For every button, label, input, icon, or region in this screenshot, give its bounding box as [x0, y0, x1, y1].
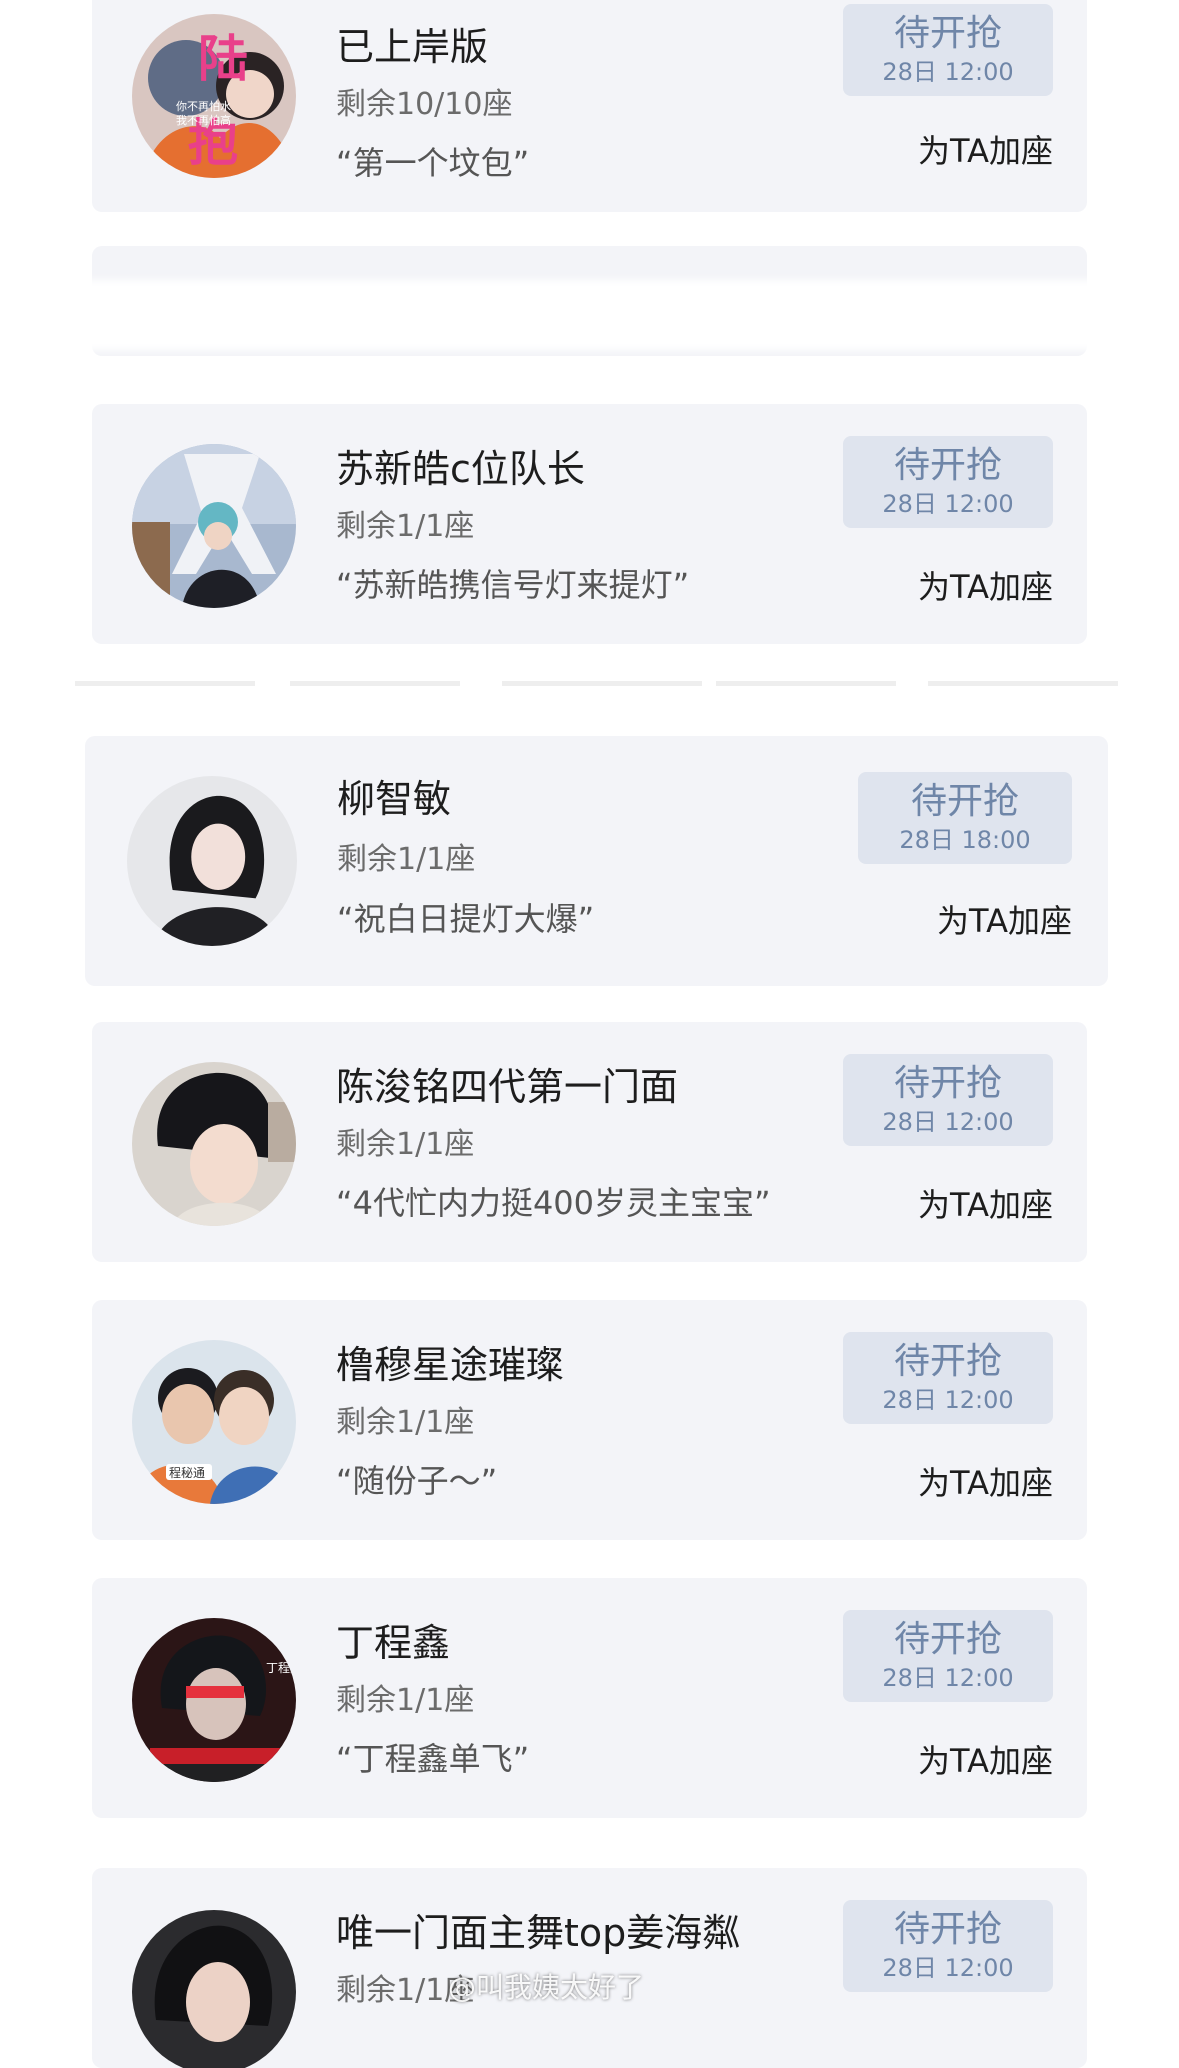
grab-button-time: 28日 12:00	[882, 1954, 1014, 1982]
avatar-image	[132, 444, 296, 608]
card-title: 苏新皓c位队长	[336, 447, 585, 491]
white-overlay	[40, 280, 1140, 350]
add-seat-link[interactable]: 为TA加座	[918, 566, 1053, 608]
avatar-overlay-text-1: 陆	[198, 31, 248, 87]
avatar	[132, 1910, 296, 2068]
avatar	[132, 1062, 296, 1226]
add-seat-link[interactable]: 为TA加座	[937, 900, 1072, 942]
grab-button-time: 28日 12:00	[882, 58, 1014, 86]
divider-segment	[290, 681, 460, 686]
card-title: 橹穆星途璀璨	[336, 1343, 565, 1387]
seat-card: 丁程鑫 丁程鑫 剩余1/1座 “丁程鑫单飞” 待开抢 28日 12:00 为TA…	[92, 1578, 1087, 1818]
seat-card: 陆 抱 你不再怕水 我不再怕高 已上岸版 剩余10/10座 “第一个坟包” 待开…	[92, 0, 1087, 212]
add-seat-link[interactable]: 为TA加座	[918, 1740, 1053, 1782]
grab-button-label: 待开抢	[893, 13, 1002, 54]
avatar: 程秘通	[132, 1340, 296, 1504]
seat-card: 程秘通 橹穆星途璀璨 剩余1/1座 “随份子～” 待开抢 28日 12:00 为…	[92, 1300, 1087, 1540]
card-title: 唯一门面主舞top姜海粼	[336, 1911, 741, 1955]
divider-segment	[502, 681, 702, 686]
avatar-image	[132, 1062, 296, 1226]
divider-segment	[75, 681, 255, 686]
card-quote: “祝白日提灯大爆”	[337, 900, 595, 938]
seats-remaining: 剩余1/1座	[336, 509, 475, 544]
grab-button[interactable]: 待开抢 28日 12:00	[843, 1900, 1053, 1992]
grab-button-label: 待开抢	[893, 445, 1002, 486]
avatar-image: 程秘通	[132, 1340, 296, 1504]
card-title: 陈浚铭四代第一门面	[336, 1065, 679, 1109]
add-seat-link[interactable]: 为TA加座	[918, 1184, 1053, 1226]
grab-button[interactable]: 待开抢 28日 12:00	[843, 1054, 1053, 1146]
card-quote: “第一个坟包”	[336, 144, 530, 182]
add-seat-link[interactable]: 为TA加座	[918, 130, 1053, 172]
grab-button[interactable]: 待开抢 28日 12:00	[843, 436, 1053, 528]
grab-button-label: 待开抢	[910, 781, 1019, 822]
card-quote: “丁程鑫单飞”	[336, 1740, 530, 1778]
card-title: 已上岸版	[336, 25, 489, 69]
grab-button-label: 待开抢	[893, 1619, 1002, 1660]
grab-button-label: 待开抢	[893, 1341, 1002, 1382]
divider-segment	[928, 681, 1118, 686]
grab-button[interactable]: 待开抢 28日 12:00	[843, 4, 1053, 96]
grab-button-time: 28日 12:00	[882, 1108, 1014, 1136]
card-quote: “4代忙内力挺400岁灵主宝宝”	[336, 1184, 771, 1222]
card-title: 柳智敏	[337, 777, 452, 821]
avatar-badge-text: 程秘通	[169, 1465, 205, 1480]
grab-button-time: 28日 18:00	[899, 826, 1031, 854]
grab-button-time: 28日 12:00	[882, 490, 1014, 518]
card-quote: “随份子～”	[336, 1462, 498, 1500]
card-title: 丁程鑫	[336, 1621, 451, 1665]
avatar-image	[132, 1910, 296, 2068]
avatar	[127, 776, 297, 946]
avatar-image	[127, 776, 297, 946]
seats-remaining: 剩余10/10座	[336, 87, 513, 122]
grab-button-time: 28日 12:00	[882, 1386, 1014, 1414]
avatar: 陆 抱 你不再怕水 我不再怕高	[132, 14, 296, 178]
grab-button[interactable]: 待开抢 28日 18:00	[858, 772, 1072, 864]
seat-card: 陈浚铭四代第一门面 剩余1/1座 “4代忙内力挺400岁灵主宝宝” 待开抢 28…	[92, 1022, 1087, 1262]
seats-remaining: 剩余1/1座	[336, 1127, 475, 1162]
avatar	[132, 444, 296, 608]
seat-card: 柳智敏 剩余1/1座 “祝白日提灯大爆” 待开抢 28日 18:00 为TA加座	[85, 736, 1108, 986]
add-seat-link[interactable]: 为TA加座	[918, 1462, 1053, 1504]
avatar-image: 陆 抱 你不再怕水 我不再怕高	[132, 14, 296, 178]
grab-button[interactable]: 待开抢 28日 12:00	[843, 1332, 1053, 1424]
divider-segment	[716, 681, 896, 686]
grab-button-time: 28日 12:00	[882, 1664, 1014, 1692]
weibo-watermark: @叫我姨太好了	[448, 1971, 645, 2004]
seats-remaining: 剩余1/1座	[337, 842, 476, 877]
grab-button[interactable]: 待开抢 28日 12:00	[843, 1610, 1053, 1702]
grab-button-label: 待开抢	[893, 1063, 1002, 1104]
avatar-side-text: 丁程鑫	[266, 1660, 296, 1675]
grab-button-label: 待开抢	[893, 1909, 1002, 1950]
card-quote: “苏新皓携信号灯来提灯”	[336, 566, 690, 604]
avatar-image: 丁程鑫	[132, 1618, 296, 1782]
seats-remaining: 剩余1/1座	[336, 1683, 475, 1718]
avatar-overlay-line-1: 你不再怕水	[176, 100, 231, 113]
seat-card: 苏新皓c位队长 剩余1/1座 “苏新皓携信号灯来提灯” 待开抢 28日 12:0…	[92, 404, 1087, 644]
avatar: 丁程鑫	[132, 1618, 296, 1782]
seats-remaining: 剩余1/1座	[336, 1405, 475, 1440]
avatar-overlay-line-2: 我不再怕高	[176, 113, 231, 127]
